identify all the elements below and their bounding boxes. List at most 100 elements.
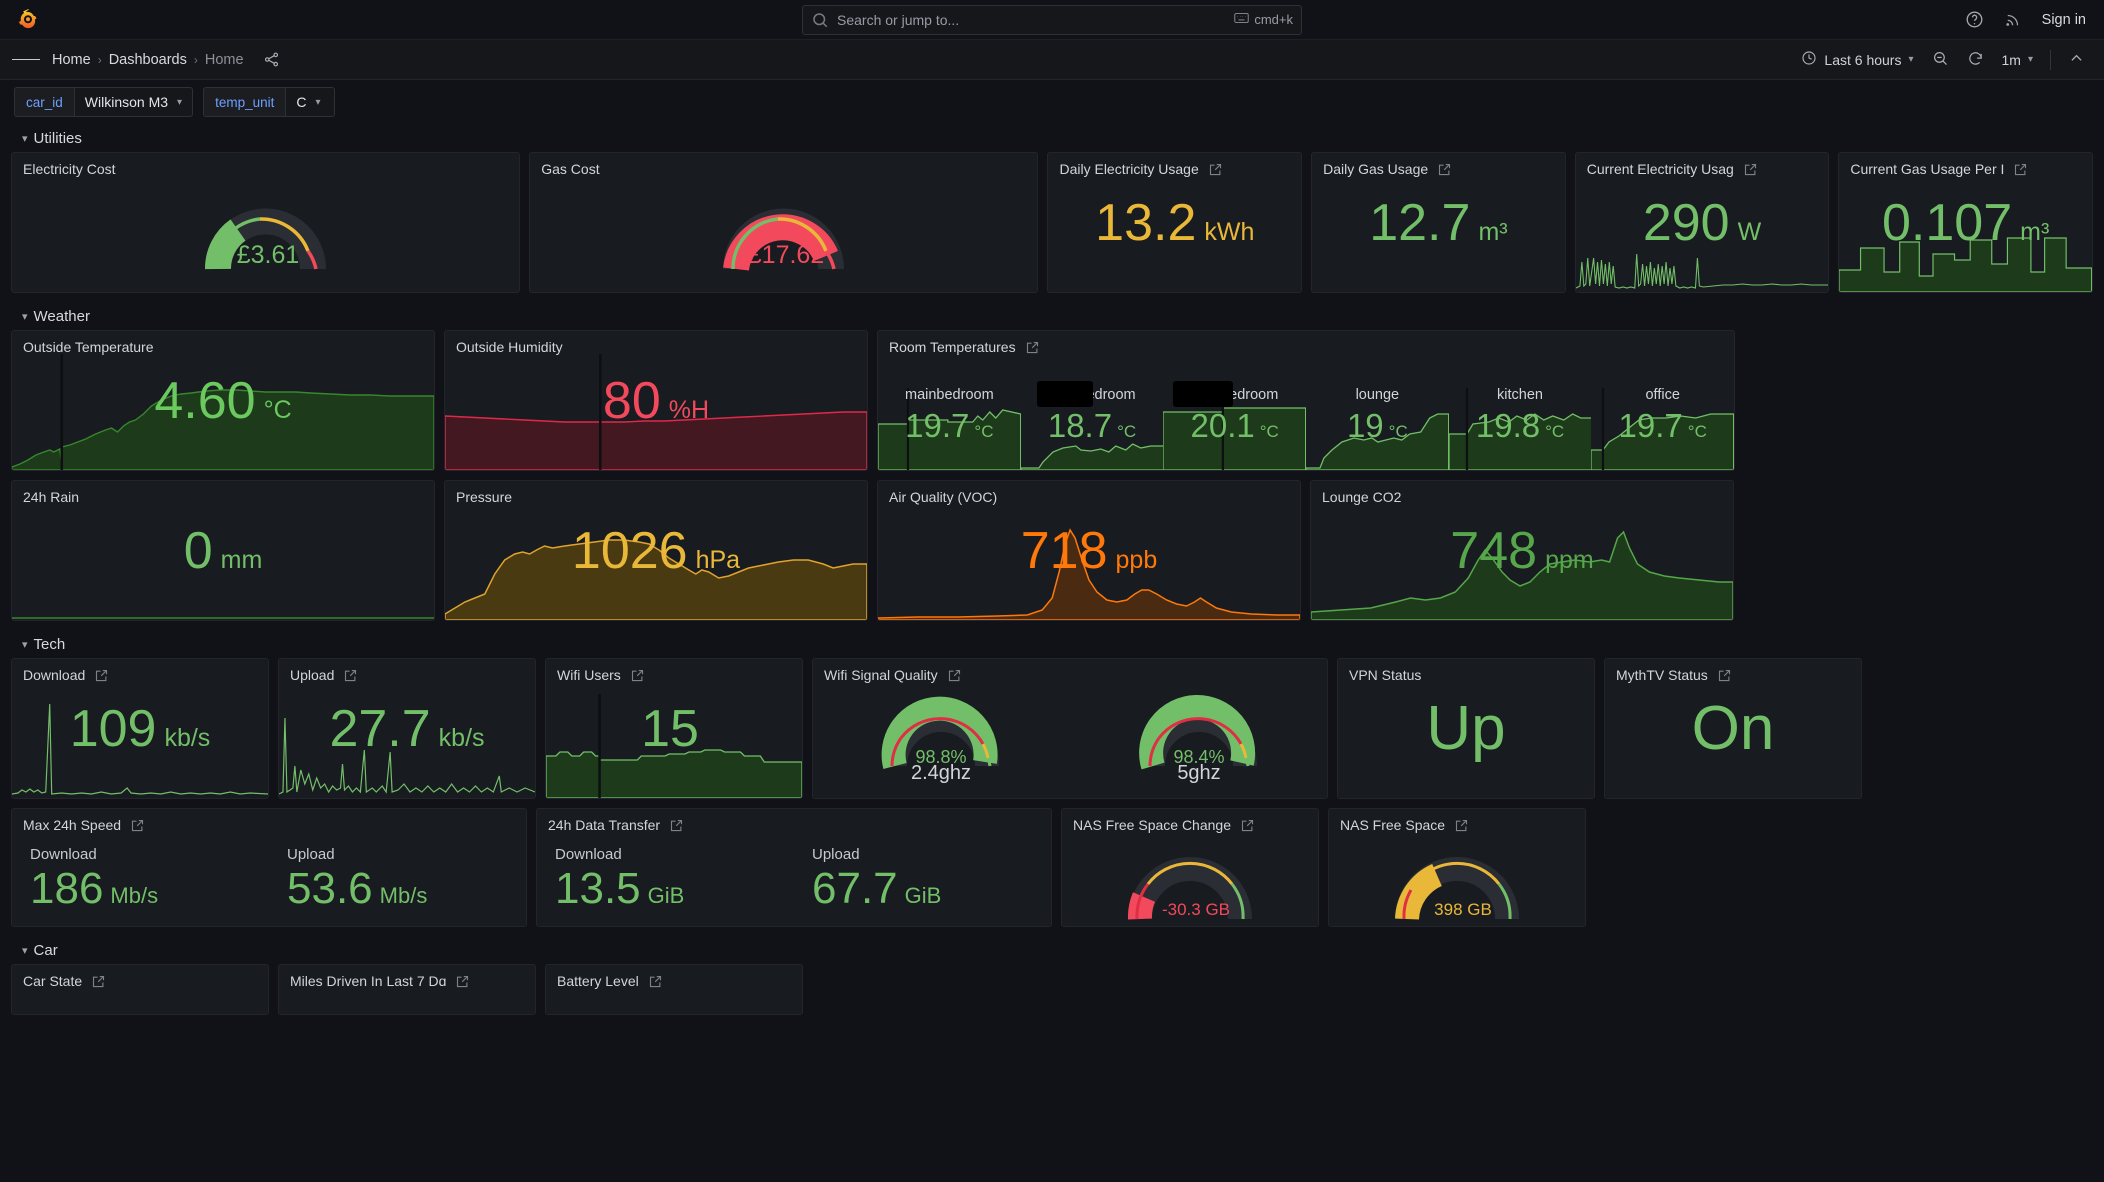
panel-outside-temperature[interactable]: Outside Temperature 4.60 °C <box>11 330 435 471</box>
room-item[interactable]: office 19.7 °C <box>1591 365 1734 470</box>
sparkline-pressure <box>445 502 867 620</box>
breadcrumb-item-home[interactable]: Home <box>52 52 91 68</box>
panel-daily-gas-usage[interactable]: Daily Gas Usage 12.7 m³ <box>1311 152 1566 293</box>
panel-car-state[interactable]: Car State <box>11 964 269 1015</box>
rss-icon[interactable] <box>2004 11 2022 29</box>
variable-picker-car-id[interactable]: Wilkinson M3 ▾ <box>73 87 194 117</box>
row-header-utilities[interactable]: ▾ Utilities <box>0 124 2104 152</box>
variable-picker-temp-unit[interactable]: C ▾ <box>285 87 336 117</box>
external-link-icon[interactable] <box>130 818 145 833</box>
sparkline-outside-temperature <box>12 354 434 470</box>
panel-title: Outside Temperature <box>23 339 154 355</box>
redaction-box <box>1173 381 1234 407</box>
panel-mythtv-status[interactable]: MythTV Status On <box>1604 658 1862 799</box>
sparkline-air-quality <box>878 502 1300 620</box>
zoom-out-button[interactable] <box>1923 45 1958 75</box>
stat-label: Download <box>555 846 622 863</box>
stat-value: 0 <box>183 521 213 580</box>
search-icon <box>811 11 829 29</box>
room-item[interactable]: bedroom 18.7 °C <box>1020 365 1164 470</box>
external-link-icon[interactable] <box>1208 162 1223 177</box>
panel-pressure[interactable]: Pressure 1026 hPa <box>444 480 868 621</box>
panel-wifi-signal-quality[interactable]: Wifi Signal Quality 98.8% 2.4ghz 98.4% 5… <box>812 658 1328 799</box>
gauge-value: £17.62 <box>748 241 824 269</box>
search-input[interactable]: Search or jump to... cmd+k <box>802 4 1302 35</box>
panel-title: Pressure <box>456 489 513 505</box>
panel-title: Car State <box>23 973 258 989</box>
breadcrumb-item-dashboards[interactable]: Dashboards <box>109 52 187 68</box>
external-link-icon[interactable] <box>94 668 109 683</box>
grafana-logo-icon[interactable] <box>0 8 56 32</box>
external-link-icon[interactable] <box>1240 818 1255 833</box>
refresh-interval-picker[interactable]: 1m ▾ <box>1993 45 2042 75</box>
external-link-icon[interactable] <box>91 974 106 989</box>
panel-download[interactable]: Download 109 kb/s <box>11 658 269 799</box>
panel-current-gas-usage[interactable]: Current Gas Usage Per I 0.107 m³ <box>1838 152 2093 293</box>
search-shortcut-label: cmd+k <box>1254 12 1293 27</box>
external-link-icon[interactable] <box>630 668 645 683</box>
stat-unit: GiB <box>647 883 685 908</box>
room-item[interactable]: lounge 19 °C <box>1306 365 1449 470</box>
gauge-label: 5ghz <box>1177 762 1221 784</box>
external-link-icon[interactable] <box>947 668 962 683</box>
variable-value-car-id: Wilkinson M3 <box>84 94 169 110</box>
panel-vpn-status[interactable]: VPN Status Up <box>1337 658 1595 799</box>
panel-wifi-users[interactable]: Wifi Users 15 <box>545 658 803 799</box>
tech-row-1: Download 109 kb/s Upload 27.7 kb/s Wifi … <box>0 658 2104 808</box>
panel-outside-humidity[interactable]: Outside Humidity 80 %H <box>444 330 868 471</box>
gauge-arc: £17.62 <box>723 208 845 271</box>
row-header-weather[interactable]: ▾ Weather <box>0 302 2104 330</box>
external-link-icon[interactable] <box>1454 818 1469 833</box>
stat-unit: GiB <box>904 883 942 908</box>
external-link-icon[interactable] <box>1717 668 1732 683</box>
stat-unit: mm <box>220 545 263 574</box>
panel-nas-free-space-change[interactable]: NAS Free Space Change -30.3 GB <box>1061 808 1319 927</box>
row-title-utilities: Utilities <box>33 129 82 147</box>
panel-miles-driven[interactable]: Miles Driven In Last 7 Dɑ <box>278 964 536 1015</box>
sign-in-button[interactable]: Sign in <box>2042 12 2086 28</box>
room-name: kitchen <box>1497 387 1543 403</box>
panel-electricity-cost[interactable]: Electricity Cost £3.61 <box>11 152 521 293</box>
panel-gas-cost[interactable]: Gas Cost £17.62 <box>529 152 1039 293</box>
refresh-button[interactable] <box>1958 45 1993 75</box>
panel-24h-data-transfer[interactable]: 24h Data Transfer Download 13.5 GiB Uplo… <box>536 808 1052 927</box>
breadcrumb-separator: › <box>97 52 102 67</box>
external-link-icon[interactable] <box>2013 162 2028 177</box>
room-unit: °C <box>1259 422 1279 441</box>
external-link-icon[interactable] <box>669 818 684 833</box>
stat-value: 12.7 <box>1369 193 1471 252</box>
time-controls: Last 6 hours ▾ 1m ▾ <box>1792 45 2104 75</box>
zoom-out-icon <box>1932 50 1949 70</box>
room-item[interactable]: kitchen 19.8 °C <box>1448 365 1592 470</box>
external-link-icon[interactable] <box>1437 162 1452 177</box>
panel-daily-electricity-usage[interactable]: Daily Electricity Usage 13.2 kWh <box>1047 152 1303 293</box>
panel-current-electricity-usage[interactable]: Current Electricity Usag 290 W <box>1574 152 1830 293</box>
stat-unit: Mb/s <box>379 883 428 908</box>
row-header-tech[interactable]: ▾ Tech <box>0 630 2104 658</box>
sparkline-download <box>12 688 268 798</box>
collapse-toolbar-button[interactable] <box>2059 45 2094 75</box>
time-range-picker[interactable]: Last 6 hours ▾ <box>1792 45 1922 75</box>
hamburger-menu-icon[interactable] <box>12 46 40 74</box>
external-link-icon[interactable] <box>1025 340 1040 355</box>
room-item[interactable]: mainbedroom 19.7 °C <box>878 365 1021 470</box>
panel-max-24h-speed[interactable]: Max 24h Speed Download 186 Mb/s Upload 5… <box>11 808 527 927</box>
panel-nas-free-space[interactable]: NAS Free Space 398 GB <box>1328 808 1586 927</box>
external-link-icon[interactable] <box>1743 162 1758 177</box>
panel-lounge-co2[interactable]: Lounge CO2 748 ppm <box>1310 480 1734 621</box>
panel-air-quality[interactable]: Air Quality (VOC) 718 ppb <box>877 480 1301 621</box>
external-link-icon[interactable] <box>455 974 470 989</box>
stat-value: 67.7 <box>812 864 898 913</box>
external-link-icon[interactable] <box>343 668 358 683</box>
room-name: mainbedroom <box>905 387 994 403</box>
share-icon[interactable] <box>263 51 280 68</box>
panel-battery-level[interactable]: Battery Level <box>545 964 803 1015</box>
panel-title: Miles Driven In Last 7 Dɑ <box>290 973 525 989</box>
panel-24h-rain[interactable]: 24h Rain 0 mm <box>11 480 435 621</box>
panel-upload[interactable]: Upload 27.7 kb/s <box>278 658 536 799</box>
help-circle-icon[interactable] <box>1965 10 1984 29</box>
row-header-car[interactable]: ▾ Car <box>0 936 2104 964</box>
panel-room-temperatures[interactable]: Room Temperatures mainbedroom 19.7 °C be… <box>877 330 1735 471</box>
external-link-icon[interactable] <box>648 974 663 989</box>
room-item[interactable]: bedroom 20.1 °C <box>1163 365 1307 470</box>
